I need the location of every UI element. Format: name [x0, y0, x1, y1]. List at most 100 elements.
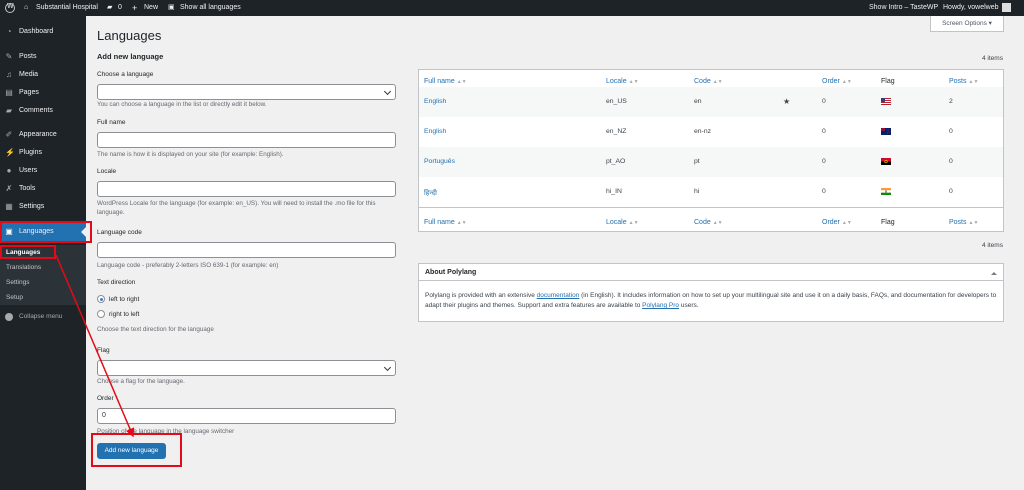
sidebar-item-label: Media [19, 71, 39, 78]
sidebar-item-settings[interactable]: ▦ Settings [0, 200, 86, 214]
sort-icon: ▲▼ [968, 79, 979, 85]
column-footer-label: Locale [606, 219, 627, 226]
column-header-full-name[interactable]: Full name ▲▼ [424, 78, 467, 85]
language-code-input[interactable] [97, 242, 396, 258]
column-footer-label: Order [822, 219, 840, 226]
submenu-item-translations[interactable]: Translations [6, 264, 41, 271]
comment-icon[interactable]: ▰ [107, 0, 112, 16]
sidebar-item-tools[interactable]: ✗ Tools [0, 182, 86, 196]
sidebar-item-label: Dashboard [19, 28, 54, 35]
sidebar-item-languages[interactable]: ▣ Languages [0, 222, 86, 242]
sidebar-item-plugins[interactable]: ⚡ Plugins [0, 146, 86, 160]
sidebar-item-pages[interactable]: ▤ Pages [0, 86, 86, 100]
column-footer-label: Full name [424, 219, 455, 226]
wordpress-logo-icon[interactable] [5, 3, 15, 13]
media-icon: ♫ [6, 70, 12, 79]
sidebar-item-posts[interactable]: ✎ Posts [0, 50, 86, 64]
rtl-radio[interactable] [97, 310, 105, 318]
show-intro-link[interactable]: Show Intro – TasteWP [869, 0, 938, 16]
table-row: English en_US en ★ 0 2 [419, 87, 1003, 117]
add-new-language-button[interactable]: Add new language [97, 443, 166, 459]
sidebar-item-label: Plugins [19, 149, 42, 156]
column-header-order[interactable]: Order ▲▼ [822, 78, 852, 85]
sidebar-item-appearance[interactable]: ✐ Appearance [0, 128, 86, 142]
full-name-input[interactable] [97, 132, 396, 148]
column-footer-posts[interactable]: Posts ▲▼ [949, 219, 978, 226]
text-direction-desc: Choose the text direction for the langua… [97, 326, 214, 333]
show-all-languages-link[interactable]: Show all languages [180, 0, 241, 16]
sort-icon: ▲▼ [628, 79, 639, 85]
sort-icon: ▲▼ [712, 220, 723, 226]
new-link[interactable]: New [144, 0, 158, 16]
sidebar-item-dashboard[interactable]: ◔ Dashboard [0, 25, 86, 39]
home-icon[interactable]: ⌂ [24, 0, 28, 16]
about-polylang-box: About Polylang Polylang is provided with… [418, 263, 1004, 322]
page-title: Languages [97, 28, 162, 43]
submenu-item-settings[interactable]: Settings [6, 279, 30, 286]
ltr-label[interactable]: left to right [109, 296, 139, 303]
languages-table: Full name ▲▼ Locale ▲▼ Code ▲▼ Order ▲▼ Flag… [418, 69, 1004, 232]
default-language-star-icon: ★ [783, 97, 791, 106]
column-header-code[interactable]: Code ▲▼ [694, 78, 723, 85]
submenu-item-languages[interactable]: Languages [6, 249, 40, 256]
sidebar-item-comments[interactable]: ▰ Comments [0, 104, 86, 118]
language-name-link[interactable]: हिन्दी [424, 188, 437, 197]
about-text-part: users. [679, 302, 699, 309]
locale-label: Locale [97, 168, 117, 175]
plus-icon[interactable]: + [132, 0, 137, 16]
sidebar-item-label: Settings [19, 203, 45, 210]
order-input[interactable]: 0 [97, 408, 396, 424]
submenu-item-setup[interactable]: Setup [6, 294, 23, 301]
column-header-locale[interactable]: Locale ▲▼ [606, 78, 639, 85]
documentation-link[interactable]: documentation [537, 292, 580, 299]
language-name-link[interactable]: Português [424, 158, 455, 165]
sort-icon: ▲▼ [628, 220, 639, 226]
sort-icon: ▲▼ [968, 220, 979, 226]
sidebar-item-label: Appearance [19, 131, 57, 138]
locale-input[interactable] [97, 181, 396, 197]
screen-options-button[interactable]: Screen Options ▾ [930, 16, 1004, 32]
flag-desc: Choose a flag for the language. [97, 378, 185, 385]
column-header-posts[interactable]: Posts ▲▼ [949, 78, 978, 85]
column-footer-code[interactable]: Code ▲▼ [694, 219, 723, 226]
language-name-link[interactable]: English [424, 98, 446, 105]
plug-icon: ⚡ [5, 148, 15, 157]
column-footer-full-name[interactable]: Full name ▲▼ [424, 219, 467, 226]
posts-cell: 0 [949, 128, 953, 135]
translate-icon[interactable]: ▣ [168, 0, 175, 16]
collapse-menu-button[interactable]: Collapse menu [0, 310, 62, 324]
choose-language-desc: You can choose a language in the list or… [97, 101, 267, 108]
order-desc: Position of the language in the language… [97, 428, 235, 435]
about-text-part: Polylang is provided with an extensive [425, 292, 537, 299]
wrench-icon: ✗ [5, 184, 13, 193]
column-footer-order[interactable]: Order ▲▼ [822, 219, 852, 226]
order-cell: 0 [822, 128, 826, 135]
sidebar-item-media[interactable]: ♫ Media [0, 68, 86, 82]
order-cell: 0 [822, 98, 826, 105]
site-name-link[interactable]: Substantial Hospital [36, 0, 98, 16]
rtl-label[interactable]: right to left [109, 311, 139, 318]
collapse-label: Collapse menu [19, 313, 63, 320]
flag-select[interactable] [97, 360, 396, 376]
sidebar-item-users[interactable]: ● Users [0, 164, 86, 178]
about-text: Polylang is provided with an extensive d… [425, 291, 999, 311]
sort-icon: ▲▼ [456, 79, 467, 85]
choose-language-select[interactable] [97, 84, 396, 100]
page-icon: ▤ [5, 88, 13, 97]
comment-icon: ▰ [5, 106, 13, 115]
column-header-label: Code [694, 78, 711, 85]
dashboard-icon: ◔ [6, 27, 12, 36]
ltr-radio[interactable] [97, 295, 105, 303]
posts-cell: 2 [949, 98, 953, 105]
sidebar-item-label: Users [19, 167, 38, 174]
polylang-pro-link[interactable]: Polylang Pro [642, 302, 679, 309]
language-name-link[interactable]: English [424, 128, 446, 135]
account-link[interactable]: Howdy, vowelweb [943, 0, 1011, 16]
code-cell: en [694, 98, 702, 105]
comments-count[interactable]: 0 [118, 0, 122, 16]
column-footer-locale[interactable]: Locale ▲▼ [606, 219, 639, 226]
posts-cell: 0 [949, 188, 953, 195]
order-cell: 0 [822, 158, 826, 165]
toggle-arrow-icon[interactable] [991, 269, 997, 275]
about-box-header[interactable]: About Polylang [419, 264, 1003, 281]
